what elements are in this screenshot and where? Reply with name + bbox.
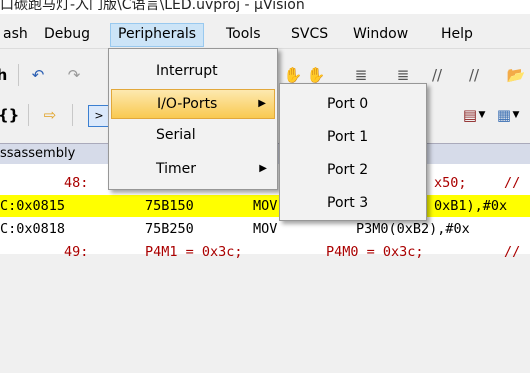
uncomment-icon[interactable]: // [464,65,484,85]
menu-item-port-0[interactable]: Port 0 [280,88,426,121]
toolbar-separator [28,104,29,126]
menu-item-label: I/O-Ports [157,96,218,112]
undo-icon[interactable]: ↶ [28,65,48,85]
menu-item-label: Port 0 [327,96,369,112]
toolbar-edge-icon[interactable]: h [0,65,12,85]
menu-item-label: Port 3 [327,195,369,211]
step-arrow-icon[interactable]: ⇨ [40,105,60,125]
operands: 0xB1),#0x [434,198,508,214]
menu-item-label: Serial [156,127,196,143]
address: C:0x0815 [0,198,66,214]
redo-icon[interactable]: ↷ [64,65,84,85]
indent-icon[interactable]: ≣ [351,65,371,85]
title-bar: 口碳跑马灯-入门版\C语言\LED.uvproj - µVision [0,0,530,14]
source-text-continued: P4M0 = 0x3c; [326,244,424,260]
menu-item-timer[interactable]: Timer ▶ [111,155,275,183]
menu-bar: ash Debug Peripherals Tools SVCS Window … [0,20,530,49]
braces-icon[interactable]: {} [0,105,19,125]
operands: P3M0(0xB2),#0x [356,221,470,237]
menu-tools[interactable]: Tools [219,23,268,45]
comment-icon[interactable]: // [427,65,447,85]
hand-alt-icon[interactable]: ✋ [306,65,326,85]
source-text: P4M1 = 0x3c; [145,244,243,260]
menu-debug[interactable]: Debug [37,23,97,45]
chevron-down-icon[interactable]: ▼ [506,105,526,125]
io-ports-submenu: Port 0 Port 1 Port 2 Port 3 [279,83,427,221]
menu-item-serial[interactable]: Serial [111,121,275,149]
command-window-icon[interactable]: > [88,105,110,127]
toolbar-separator [18,64,19,86]
panel-title: ssassembly [0,146,76,161]
menu-item-io-ports[interactable]: I/O-Ports ▶ [111,89,275,119]
address: C:0x0818 [0,221,66,237]
open-folder-icon[interactable]: 📂 [506,65,526,85]
chevron-down-icon[interactable]: ▼ [472,105,492,125]
mnemonic: MOV [253,198,278,214]
disassembly-row-current[interactable]: C:0x0815 75B150 MOV 0xB1),#0x [0,195,530,217]
source-comment: // [504,175,521,191]
outdent-icon[interactable]: ≣ [393,65,413,85]
peripherals-dropdown: Interrupt I/O-Ports ▶ Serial Timer ▶ [108,48,278,190]
menu-item-label: Port 1 [327,129,369,145]
disassembly-row[interactable]: C:0x0818 75B250 MOV P3M0(0xB2),#0x [0,218,530,240]
opcode: 75B250 [145,221,194,237]
menu-peripherals[interactable]: Peripherals [110,23,205,47]
window-title: 口碳跑马灯-入门版\C语言\LED.uvproj - µVision [0,0,305,13]
menu-item-interrupt[interactable]: Interrupt [111,57,275,85]
submenu-arrow-icon: ▶ [259,163,267,174]
source-line-number: 48: [64,175,89,191]
menu-flash[interactable]: ash [0,23,35,45]
disassembly-row[interactable]: 49: P4M1 = 0x3c; P4M0 = 0x3c; // [0,241,530,263]
toolbar-separator [72,104,73,126]
menu-item-label: Interrupt [156,63,218,79]
menu-item-port-3[interactable]: Port 3 [280,187,426,220]
menu-item-port-1[interactable]: Port 1 [280,121,426,154]
submenu-arrow-icon: ▶ [258,98,266,109]
menu-item-label: Timer [156,161,197,177]
menu-item-label: Port 2 [327,162,369,178]
source-comment: // [504,244,521,260]
source-text: x50; [434,175,467,191]
mnemonic: MOV [253,221,278,237]
opcode: 75B150 [145,198,194,214]
source-line-number: 49: [64,244,89,260]
hand-icon[interactable]: ✋ [283,65,303,85]
menu-window[interactable]: Window [346,23,415,45]
menu-help[interactable]: Help [434,23,480,45]
menu-svcs[interactable]: SVCS [284,23,335,45]
menu-item-port-2[interactable]: Port 2 [280,154,426,187]
